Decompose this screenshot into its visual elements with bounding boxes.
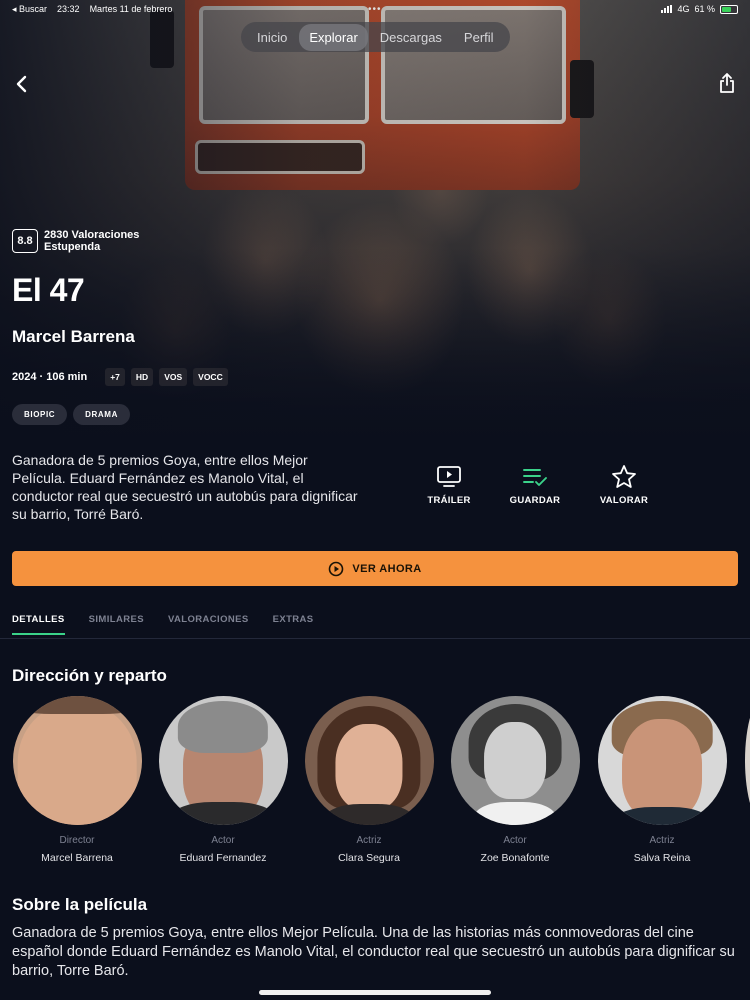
tab-similares[interactable]: SIMILARES [89,614,144,635]
nav-tab-descargas[interactable]: Descargas [370,24,452,51]
status-date: Martes 11 de febrero [89,4,173,14]
cast-section-title: Dirección y reparto [12,666,167,685]
play-circle-icon [329,561,344,576]
cast-name: Marcel Barrena [41,852,113,864]
cast-card[interactable]: Actriz Salva Reina [597,696,727,864]
cast-card[interactable]: Actor Zoe Bonafonte [450,696,580,864]
trailer-button[interactable]: TRÁILER [409,463,489,506]
cast-card[interactable]: Actor Eduard Fernandez [158,696,288,864]
rate-label: VALORAR [599,495,649,506]
vos-chip: VOS [159,368,188,386]
next-cast-avatar-peek [745,696,750,825]
back-chevron-icon[interactable] [14,74,30,94]
nav-tab-inicio[interactable]: Inicio [247,24,297,51]
cast-role: Director [59,835,95,846]
ratings-count: 2830 Valoraciones [44,229,140,241]
rating-block: 8.8 2830 Valoraciones Estupenda [12,229,139,253]
avatar [158,696,288,825]
cast-card[interactable]: Actriz Clara Segura [304,696,434,864]
top-navigation: Inicio Explorar Descargas Perfil [241,22,510,52]
save-button[interactable]: GUARDAR [495,463,575,506]
nav-tab-explorar[interactable]: Explorar [299,23,368,51]
multitask-dots-icon[interactable]: ••• [368,4,382,15]
cast-role: Actriz [649,835,675,846]
age-rating-chip: +7 [105,368,125,386]
cast-role: Actriz [356,835,382,846]
tab-valoraciones[interactable]: VALORACIONES [168,614,249,635]
tab-detalles[interactable]: DETALLES [12,614,65,635]
save-label: GUARDAR [509,495,561,506]
movie-director: Marcel Barrena [12,327,135,346]
detail-tabs: DETALLES SIMILARES VALORACIONES EXTRAS [12,614,314,635]
rate-button[interactable]: VALORAR [584,463,664,506]
genre-tag-drama[interactable]: DRAMA [73,404,130,425]
genre-list: BIOPIC DRAMA [12,404,130,425]
trailer-label: TRÁILER [427,495,471,506]
save-list-check-icon [523,469,547,486]
cast-role: Actor [211,835,235,846]
about-text: Ganadora de 5 premios Goya, entre ellos … [12,925,735,979]
cast-name: Zoe Bonafonte [480,852,550,864]
battery-percent: 61 % [694,4,715,14]
network-label: 4G [677,4,690,14]
about-section-title: Sobre la película [12,895,148,914]
watch-now-label: VER AHORA [352,562,422,575]
signal-icon [661,5,673,13]
cast-name: Eduard Fernandez [179,852,267,864]
cast-role: Actor [503,835,527,846]
score-badge: 8.8 [12,229,38,253]
cast-card[interactable]: Director Marcel Barrena [12,696,142,864]
trailer-screen-icon [437,466,461,487]
home-indicator[interactable] [259,990,491,995]
year-duration: 2024 · 106 min [12,371,88,383]
avatar [450,696,580,825]
synopsis: Ganadora de 5 premios Goya, entre ellos … [12,452,358,522]
movie-title: El 47 [12,272,85,308]
star-icon [612,465,636,488]
avatar [304,696,434,825]
genre-tag-biopic[interactable]: BIOPIC [12,404,68,425]
avatar [12,696,142,825]
movie-meta: 2024 · 106 min +7 HD VOS VOCC [12,368,228,386]
tabs-divider [0,638,750,639]
nav-tab-perfil[interactable]: Perfil [454,24,504,51]
vocc-chip: VOCC [193,368,228,386]
status-time: 23:32 [57,4,80,14]
cast-name: Clara Segura [338,852,400,864]
cast-carousel[interactable]: Director Marcel Barrena Actor Eduard Fer… [12,696,750,871]
watch-now-button[interactable]: VER AHORA [12,551,738,586]
share-icon[interactable] [718,72,736,94]
back-to-app[interactable]: ◂ Buscar [12,4,47,15]
hd-chip: HD [130,368,154,386]
tab-extras[interactable]: EXTRAS [273,614,314,635]
avatar [597,696,727,825]
battery-icon [720,4,738,14]
ratings-label: Estupenda [44,241,101,253]
cast-name: Salva Reina [633,852,691,864]
status-bar: ◂ Buscar 23:32 Martes 11 de febrero ••• … [0,0,750,20]
